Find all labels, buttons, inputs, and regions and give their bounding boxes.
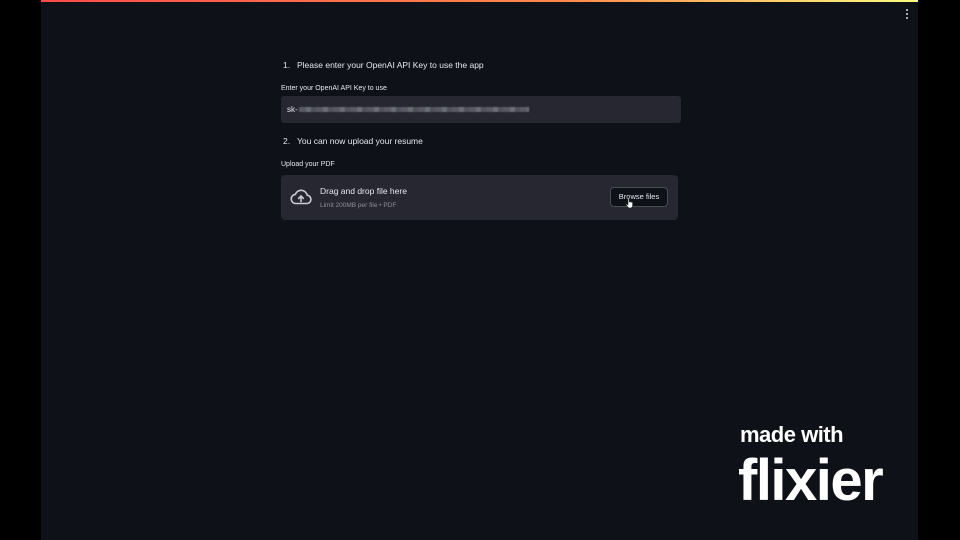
- video-frame: 1. Please enter your OpenAI API Key to us…: [0, 0, 960, 540]
- flixier-watermark: made with flixier: [738, 420, 940, 520]
- api-key-prefix: sk-: [287, 105, 298, 114]
- step-2-instruction: 2. You can now upload your resume: [283, 136, 423, 146]
- step-1-instruction: 1. Please enter your OpenAI API Key to us…: [283, 60, 484, 70]
- upload-label: Upload your PDF: [281, 161, 335, 168]
- file-dropzone[interactable]: Drag and drop file here Limit 200MB per …: [281, 175, 678, 220]
- api-key-input[interactable]: sk-: [281, 96, 681, 123]
- dropzone-title: Drag and drop file here: [320, 186, 407, 196]
- browse-files-button[interactable]: Browse files: [610, 187, 668, 207]
- watermark-logo-text: flixier: [738, 448, 884, 513]
- api-key-masked-value: [298, 107, 529, 112]
- watermark-made-with: made with: [740, 422, 844, 447]
- step-2-number: 2.: [283, 136, 291, 146]
- header-decoration-bar: [41, 0, 918, 2]
- step-1-text: Please enter your OpenAI API Key to use …: [297, 60, 484, 70]
- menu-dot: [906, 17, 908, 19]
- api-key-label: Enter your OpenAI API Key to use: [281, 85, 387, 92]
- hand-cursor-icon: [625, 197, 633, 209]
- menu-icon[interactable]: [902, 7, 912, 21]
- menu-dot: [906, 9, 908, 11]
- step-2-text: You can now upload your resume: [297, 136, 423, 146]
- step-1-number: 1.: [283, 60, 291, 70]
- menu-dot: [906, 13, 908, 15]
- dropzone-limit: Limit 200MB per file • PDF: [320, 202, 397, 209]
- cloud-upload-icon: [290, 189, 312, 205]
